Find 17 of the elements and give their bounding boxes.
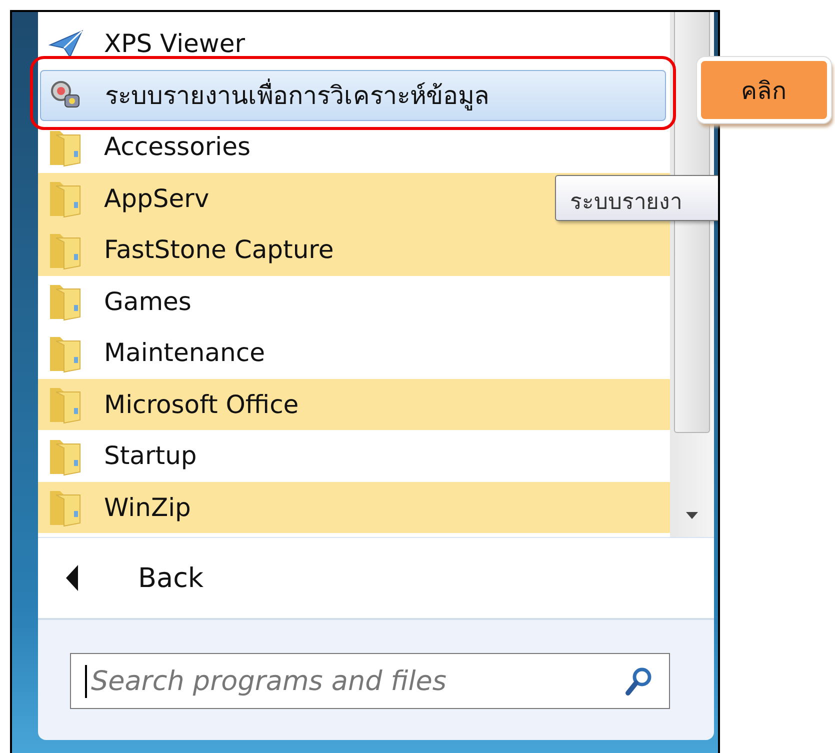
click-callout: คลิก xyxy=(697,57,831,123)
search-field[interactable]: Search programs and files xyxy=(70,653,670,709)
program-item[interactable]: Accessories xyxy=(38,121,670,172)
search-icon[interactable] xyxy=(625,666,653,696)
program-item[interactable]: Startup xyxy=(38,430,670,482)
program-item[interactable]: WinZip xyxy=(38,482,670,533)
program-item[interactable]: XPS Viewer xyxy=(38,18,670,70)
back-arrow-icon[interactable] xyxy=(66,565,78,591)
program-item[interactable]: Microsoft Office xyxy=(38,378,670,430)
tooltip: ระบบรายงา xyxy=(555,175,718,221)
back-button[interactable]: Back xyxy=(138,562,204,594)
program-item[interactable]: Maintenance xyxy=(38,327,670,378)
program-item[interactable]: FastStone Capture xyxy=(38,224,670,276)
paper-plane-icon xyxy=(48,28,84,59)
program-item[interactable]: ระบบรายงานเพื่อการวิเคราะห์ข้อมูล xyxy=(40,70,666,121)
program-item[interactable]: Games xyxy=(38,276,670,327)
scroll-down-icon[interactable] xyxy=(686,512,698,519)
